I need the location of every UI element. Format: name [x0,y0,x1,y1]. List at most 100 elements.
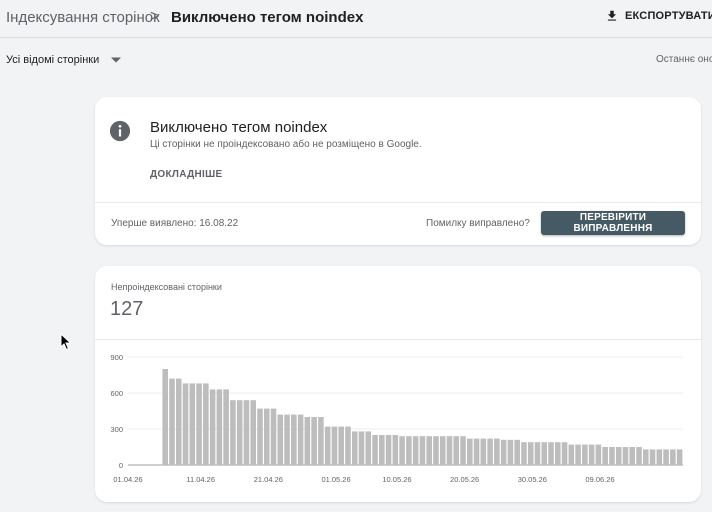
chart-bar[interactable] [656,449,663,465]
chart-bar[interactable] [582,444,588,465]
chart-bar[interactable] [521,442,527,465]
chart-bar[interactable] [433,436,439,465]
chart-bar[interactable] [182,383,189,465]
chart-bar[interactable] [209,389,216,465]
chart-bar[interactable] [663,449,669,465]
issue-card: Виключено тегом noindex Ці сторінки не п… [95,97,701,245]
chart-bar[interactable] [236,400,243,465]
export-button[interactable]: ЕКСПОРТУВАТИ [605,9,712,23]
chart-bar[interactable] [351,431,358,465]
issue-subtitle: Ці сторінки не проіндексовано або не роз… [150,139,422,150]
chart-bar[interactable] [324,426,331,465]
top-bar: Індексування сторінок > Виключено тегом … [0,0,712,38]
chart-bar[interactable] [609,447,615,465]
chart-bar[interactable] [358,431,365,465]
learn-more-link[interactable]: ДОКЛАДНІШЕ [150,169,222,180]
chart-bar[interactable] [534,442,541,465]
chart-bar[interactable] [175,378,182,465]
chart-bar[interactable] [169,378,175,465]
issue-title: Виключено тегом noindex [150,119,328,136]
chart-bar[interactable] [203,383,209,465]
validate-fix-button[interactable]: ПЕРЕВІРИТИ ВИПРАВЛЕННЯ [541,211,685,235]
chart-bar[interactable] [548,442,554,465]
chart-bar[interactable] [406,436,412,465]
chart-bar[interactable] [379,435,385,465]
dropdown-arrow-icon [111,57,122,63]
chart-bar[interactable] [561,442,568,465]
breadcrumb-parent[interactable]: Індексування сторінок [6,9,160,26]
chart-bar[interactable] [622,447,629,465]
chart-bar[interactable] [304,417,311,465]
first-detected-text: Уперше виявлено: 16.08.22 [111,218,239,229]
chart-bar[interactable] [277,414,284,465]
chart-bar[interactable] [284,414,290,465]
chart-bar[interactable] [615,447,622,465]
x-tick-label: 20.05.26 [450,475,479,484]
mouse-cursor-icon [60,333,72,351]
chart-bar[interactable] [223,389,229,465]
chart-bar[interactable] [318,417,324,465]
chart-bar[interactable] [372,435,378,465]
chart-bar[interactable] [263,408,270,465]
chart-bar[interactable] [365,431,372,465]
chart-bar[interactable] [297,414,304,465]
chart-bar[interactable] [636,447,642,465]
chart-bar[interactable] [480,438,487,465]
chart-bar[interactable] [602,447,608,465]
chart-bar[interactable] [243,400,250,465]
chart-bar[interactable] [338,426,344,465]
chart-bar[interactable] [426,436,432,465]
chart-bar[interactable] [629,447,636,465]
x-tick-label: 01.05.26 [321,475,350,484]
chart-bar[interactable] [250,400,256,465]
chart-bar[interactable] [575,444,581,465]
chart-bar[interactable] [500,439,507,465]
chart-bar[interactable] [453,436,460,465]
chart-bar[interactable] [216,389,223,465]
x-tick-label: 10.05.26 [382,475,411,484]
y-tick-label: 0 [119,461,123,470]
chart-bar[interactable] [514,439,520,465]
x-tick-label: 11.04.26 [186,475,215,484]
chart-bar[interactable] [439,436,446,465]
chart-bar[interactable] [270,408,277,465]
chart-bar[interactable] [230,400,236,465]
chart-bar[interactable] [588,444,595,465]
chart-bar[interactable] [385,435,392,465]
chart-bar[interactable] [649,449,656,465]
chart-bar[interactable] [473,438,480,465]
chart-bar[interactable] [399,436,405,465]
divider [95,202,701,203]
chart-bar[interactable] [345,426,351,465]
chart-bar[interactable] [568,444,575,465]
chart-bar[interactable] [331,426,338,465]
pages-filter-dropdown[interactable]: Усі відомі сторінки [6,54,122,66]
chart-bar[interactable] [419,436,426,465]
chart-bar[interactable] [291,414,297,465]
chart-bar[interactable] [460,436,466,465]
chart-bar[interactable] [392,435,399,465]
chart-bar[interactable] [189,383,196,465]
chart-bar[interactable] [527,442,534,465]
chart-bar[interactable] [642,449,649,465]
info-icon [109,120,131,142]
x-tick-label: 01.04.26 [113,475,142,484]
chart-bar[interactable] [196,383,202,465]
chart-bar[interactable] [257,408,263,465]
x-tick-label: 30.05.26 [518,475,547,484]
chart-bar[interactable] [541,442,548,465]
chart-bar[interactable] [507,439,514,465]
chart-bar[interactable] [311,417,317,465]
chart-bar[interactable] [487,438,493,465]
download-icon [607,10,617,21]
chart-bar[interactable] [467,438,473,465]
chart-bar[interactable] [412,436,419,465]
chart-bar[interactable] [162,369,169,465]
x-tick-label: 21.04.26 [254,475,283,484]
chart-bar[interactable] [670,449,676,465]
chart-bar[interactable] [676,449,683,465]
chart-bar[interactable] [595,444,602,465]
chart-bar[interactable] [555,442,561,465]
chart-bar[interactable] [446,436,453,465]
chart-bar[interactable] [494,438,500,465]
